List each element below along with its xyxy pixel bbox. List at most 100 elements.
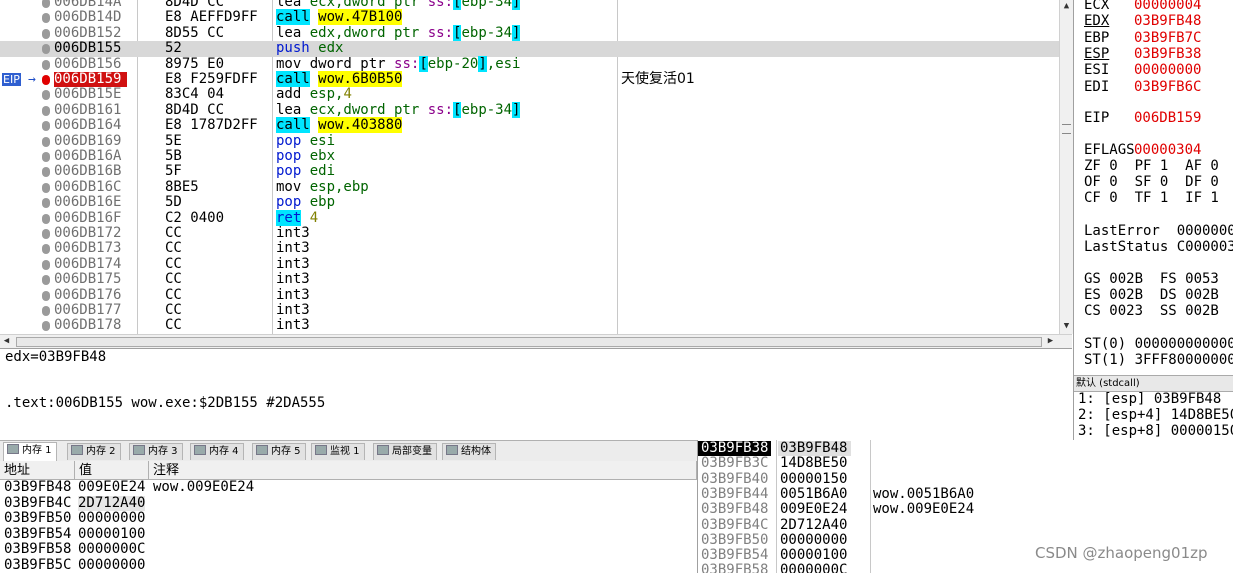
breakpoint-dot-icon[interactable]	[42, 213, 50, 224]
disasm-row[interactable]: 006DB16A 5B pop ebx	[0, 148, 1059, 164]
dump-tab[interactable]: 监视 1	[311, 443, 365, 460]
disasm-row[interactable]: 006DB169 5E pop esi	[0, 133, 1059, 149]
breakpoint-dot-icon[interactable]	[42, 275, 50, 286]
register-line[interactable]: EBP 03B9FB7C	[1084, 30, 1201, 46]
disasm-row[interactable]: 006DB178 CC int3	[0, 317, 1059, 333]
register-value[interactable]: 03B9FB7C	[1134, 30, 1201, 46]
breakpoint-gutter[interactable]	[0, 288, 50, 303]
register-value[interactable]: 03B9FB48	[1134, 13, 1201, 29]
dump-tab[interactable]: 内存 2	[67, 443, 121, 460]
breakpoint-gutter[interactable]	[0, 26, 50, 41]
register-value[interactable]: 00000004	[1134, 0, 1201, 13]
disasm-row[interactable]: 006DB176 CC int3	[0, 287, 1059, 303]
breakpoint-dot-icon[interactable]	[42, 121, 50, 132]
scroll-down-icon[interactable]: ▼	[1060, 320, 1073, 333]
register-line[interactable]: EDI 03B9FB6C	[1084, 79, 1201, 95]
disasm-row[interactable]: 006DB173 CC int3	[0, 240, 1059, 256]
breakpoint-gutter[interactable]	[0, 118, 50, 133]
call-arguments-pane[interactable]: 默认 (stdcall) 1: [esp] 03B9FB48 2: [esp+4…	[1073, 370, 1233, 440]
disasm-row[interactable]: 006DB16E 5D pop ebp	[0, 194, 1059, 210]
scroll-left-icon[interactable]: ◀	[0, 335, 13, 348]
breakpoint-gutter[interactable]	[0, 41, 50, 56]
breakpoint-gutter[interactable]	[0, 0, 50, 10]
breakpoint-gutter[interactable]	[0, 164, 50, 179]
memory-dump-pane[interactable]: 地址 值 注释 03B9FB48 009E0E24 wow.009E0E24 03B9…	[0, 461, 697, 573]
disassembly-vertical-scrollbar[interactable]: ▲ ▼	[1059, 0, 1073, 334]
breakpoint-gutter[interactable]	[0, 103, 50, 118]
breakpoint-dot-icon[interactable]	[42, 44, 50, 55]
register-value[interactable]: 006DB159	[1134, 110, 1201, 126]
disasm-row[interactable]: 006DB164 E8 1787D2FF call wow.403880	[0, 117, 1059, 134]
breakpoint-dot-icon[interactable]	[42, 321, 50, 332]
disasm-row[interactable]: 006DB172 CC int3	[0, 225, 1059, 241]
disasm-row[interactable]: EIP → 006DB159 E8 F259FDFF call wow.6B0B50 天使…	[0, 71, 1059, 88]
register-line[interactable]: EDX 03B9FB48	[1084, 13, 1201, 29]
scroll-up-icon[interactable]: ▲	[1060, 0, 1073, 13]
breakpoint-gutter[interactable]	[0, 10, 50, 25]
disasm-row[interactable]: 006DB174 CC int3	[0, 256, 1059, 272]
register-line[interactable]: EFLAGS00000304	[1084, 142, 1201, 158]
scroll-right-icon[interactable]: ▶	[1044, 335, 1057, 348]
register-line[interactable]: ESP 03B9FB38	[1084, 46, 1201, 62]
breakpoint-gutter[interactable]	[0, 180, 50, 195]
register-value[interactable]: 00000000	[1134, 62, 1201, 78]
register-value[interactable]: 00000304	[1134, 142, 1201, 158]
flags-line[interactable]: OF 0 SF 0 DF 0	[1084, 174, 1219, 190]
breakpoint-gutter[interactable]	[0, 226, 50, 241]
register-line[interactable]: EIP 006DB159	[1084, 110, 1201, 126]
breakpoint-gutter[interactable]	[0, 57, 50, 72]
dump-header-comment[interactable]: 注释	[149, 461, 697, 480]
disasm-row[interactable]: 006DB156 8975 E0 mov dword ptr ss:[ebp-20]…	[0, 55, 1059, 72]
stack-row[interactable]: 03B9FB38 03B9FB48	[698, 440, 1233, 457]
breakpoint-dot-icon[interactable]	[42, 105, 50, 116]
breakpoint-gutter[interactable]	[0, 272, 50, 287]
disasm-row[interactable]: 006DB152 8D55 CC lea edx,dword ptr ss:[ebp…	[0, 24, 1059, 41]
disasm-row[interactable]: 006DB16C 8BE5 mov esp,ebp	[0, 179, 1059, 195]
breakpoint-gutter[interactable]	[0, 195, 50, 210]
disassembly-pane[interactable]: 006DB14A 8D4D CC lea ecx,dword ptr ss:[ebp…	[0, 0, 1059, 334]
breakpoint-gutter[interactable]	[0, 211, 50, 226]
breakpoint-gutter[interactable]	[0, 241, 50, 256]
disasm-row[interactable]: 006DB175 CC int3	[0, 271, 1059, 287]
fpu-register-line[interactable]: ST(0) 000000000000	[1084, 336, 1233, 352]
flags-line[interactable]: ZF 0 PF 1 AF 0	[1084, 158, 1219, 174]
stack-row[interactable]: 03B9FB4C 2D712A40	[698, 517, 1233, 533]
scroll-thumb[interactable]	[1062, 124, 1071, 134]
segment-register-line[interactable]: ES 002B DS 002B	[1084, 287, 1219, 303]
breakpoint-gutter[interactable]	[0, 318, 50, 333]
fpu-register-line[interactable]: ST(1) 3FFF80000000	[1084, 352, 1233, 368]
breakpoint-dot-icon[interactable]	[42, 259, 50, 270]
breakpoint-dot-icon[interactable]	[42, 290, 50, 301]
stack-row[interactable]: 03B9FB44 0051B6A0 wow.0051B6A0	[698, 486, 1233, 502]
register-value[interactable]: 03B9FB38	[1134, 46, 1201, 62]
dump-tab[interactable]: 结构体	[442, 443, 496, 460]
breakpoint-dot-icon[interactable]	[42, 75, 50, 85]
dump-tab[interactable]: 局部变量	[373, 443, 437, 460]
stack-row[interactable]: 03B9FB3C 14D8BE50	[698, 455, 1233, 471]
stack-row[interactable]: 03B9FB40 00000150	[698, 471, 1233, 487]
breakpoint-dot-icon[interactable]	[42, 0, 50, 8]
breakpoint-dot-icon[interactable]	[42, 229, 50, 239]
dump-tab[interactable]: 内存 3	[129, 443, 183, 460]
scroll-thumb[interactable]	[16, 337, 1042, 347]
dump-header-value[interactable]: 值	[75, 461, 149, 480]
breakpoint-dot-icon[interactable]	[42, 167, 50, 178]
breakpoint-dot-icon[interactable]	[42, 152, 50, 162]
stack-row[interactable]: 03B9FB58 0000000C	[698, 563, 1233, 573]
disasm-row[interactable]: 006DB14D E8 AEFFD9FF call wow.47B100	[0, 9, 1059, 26]
register-value[interactable]: 03B9FB6C	[1134, 79, 1201, 95]
breakpoint-dot-icon[interactable]	[42, 90, 50, 101]
breakpoint-dot-icon[interactable]	[42, 198, 50, 209]
disasm-row[interactable]: 006DB177 CC int3	[0, 302, 1059, 318]
breakpoint-dot-icon[interactable]	[42, 306, 50, 316]
breakpoint-dot-icon[interactable]	[42, 136, 50, 147]
breakpoint-gutter[interactable]	[0, 303, 50, 318]
disasm-row[interactable]: 006DB155 52 push edx	[0, 40, 1059, 57]
dump-tab[interactable]: 内存 5	[252, 443, 306, 460]
breakpoint-gutter[interactable]	[0, 149, 50, 164]
dump-tab[interactable]: 内存 4	[190, 443, 244, 460]
disassembly-horizontal-scrollbar[interactable]: ◀ ▶	[0, 334, 1072, 348]
register-line[interactable]: ESI 00000000	[1084, 62, 1201, 78]
breakpoint-dot-icon[interactable]	[42, 244, 50, 255]
disasm-row[interactable]: 006DB15E 83C4 04 add esp,4	[0, 86, 1059, 102]
